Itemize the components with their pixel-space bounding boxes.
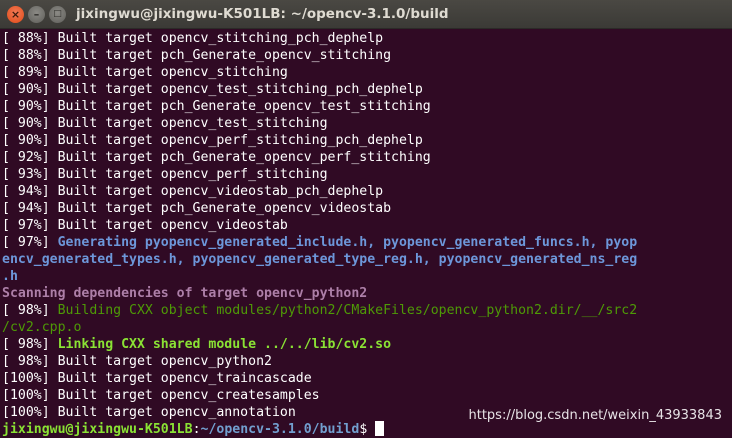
line-text: [ 90%] Built target opencv_perf_stitchin… [2,133,423,148]
line-text: [ 88%] Built target opencv_stitching_pch… [2,31,384,46]
terminal-line: [ 97%] Built target opencv_videostab [2,217,728,234]
minimize-icon[interactable]: – [28,6,45,23]
terminal-line: [ 98%] Building CXX object modules/pytho… [2,302,728,319]
terminal-line: [ 88%] Built target pch_Generate_opencv_… [2,47,728,64]
line-text: .h [2,269,18,284]
line-text: [ 92%] Built target pch_Generate_opencv_… [2,150,431,165]
terminal-line: [ 90%] Built target opencv_test_stitchin… [2,81,728,98]
prompt-separator: : [192,422,201,437]
line-text: Generating pyopencv_generated_include.h,… [57,235,638,250]
line-text: [ 93%] Built target opencv_perf_stitchin… [2,167,328,182]
terminal-line: [ 88%] Built target opencv_stitching_pch… [2,30,728,47]
line-text: [ 89%] Built target opencv_stitching [2,65,288,80]
prompt-user-host: jixingwu@jixingwu-K501LB [2,422,193,437]
terminal-line: [ 93%] Built target opencv_perf_stitchin… [2,166,728,183]
terminal-line: [ 90%] Built target pch_Generate_opencv_… [2,98,728,115]
line-prefix: [ 98%] [2,337,58,352]
terminal-line: [ 89%] Built target opencv_stitching [2,64,728,81]
maximize-icon[interactable]: □ [49,6,66,23]
prompt-symbol: $ [359,422,368,437]
line-text: [ 94%] Built target pch_Generate_opencv_… [2,201,392,216]
line-text: [100%] Built target opencv_createsamples [2,388,320,403]
line-text: [ 90%] Built target opencv_test_stitchin… [2,82,423,97]
terminal-line: [100%] Built target opencv_createsamples [2,387,728,404]
terminal-line: [ 90%] Built target opencv_test_stitchin… [2,115,728,132]
terminal-line: [ 90%] Built target opencv_perf_stitchin… [2,132,728,149]
watermark-text: https://blog.csdn.net/weixin_43933843 [468,408,722,423]
line-prefix: [ 97%] [2,235,58,250]
terminal-line: /cv2.cpp.o [2,319,728,336]
terminal-line: [100%] Built target opencv_traincascade [2,370,728,387]
terminal-line: [ 94%] Built target pch_Generate_opencv_… [2,200,728,217]
line-text: [ 98%] Built target opencv_python2 [2,354,272,369]
line-text: Scanning dependencies of target opencv_p… [2,286,368,301]
close-icon[interactable]: × [7,6,24,23]
line-text: encv_generated_types.h, pyopencv_generat… [2,252,638,267]
line-text: [ 94%] Built target opencv_videostab_pch… [2,184,384,199]
line-text: [ 90%] Built target opencv_test_stitchin… [2,116,328,131]
prompt-line[interactable]: jixingwu@jixingwu-K501LB:~/opencv-3.1.0/… [2,421,728,438]
terminal-line: [ 98%] Built target opencv_python2 [2,353,728,370]
line-text: [ 88%] Built target pch_Generate_opencv_… [2,48,392,63]
line-text: [ 90%] Built target pch_Generate_opencv_… [2,99,431,114]
line-text: /cv2.cpp.o [2,320,82,335]
line-text: Linking CXX shared module ../../lib/cv2.… [57,337,392,352]
terminal-line: [ 92%] Built target pch_Generate_opencv_… [2,149,728,166]
line-prefix: [ 98%] [2,303,58,318]
terminal-output[interactable]: [ 88%] Built target opencv_stitching_pch… [2,30,728,438]
terminal-window: × – □ jixingwu@jixingwu-K501LB: ~/opencv… [0,0,732,438]
line-text: [100%] Built target opencv_annotation [2,405,296,420]
terminal-line: [ 97%] Generating pyopencv_generated_inc… [2,234,728,251]
window-title: jixingwu@jixingwu-K501LB: ~/opencv-3.1.0… [76,6,449,22]
title-bar: × – □ jixingwu@jixingwu-K501LB: ~/opencv… [0,0,732,29]
text-cursor [375,421,385,436]
prompt-path: ~/opencv-3.1.0/build [200,422,360,437]
line-text: [100%] Built target opencv_traincascade [2,371,312,386]
line-text: Building CXX object modules/python2/CMak… [57,303,638,318]
terminal-line: encv_generated_types.h, pyopencv_generat… [2,251,728,268]
line-text: [ 97%] Built target opencv_videostab [2,218,288,233]
terminal-line: Scanning dependencies of target opencv_p… [2,285,728,302]
terminal-line: .h [2,268,728,285]
terminal-line: [ 94%] Built target opencv_videostab_pch… [2,183,728,200]
terminal-line: [ 98%] Linking CXX shared module ../../l… [2,336,728,353]
